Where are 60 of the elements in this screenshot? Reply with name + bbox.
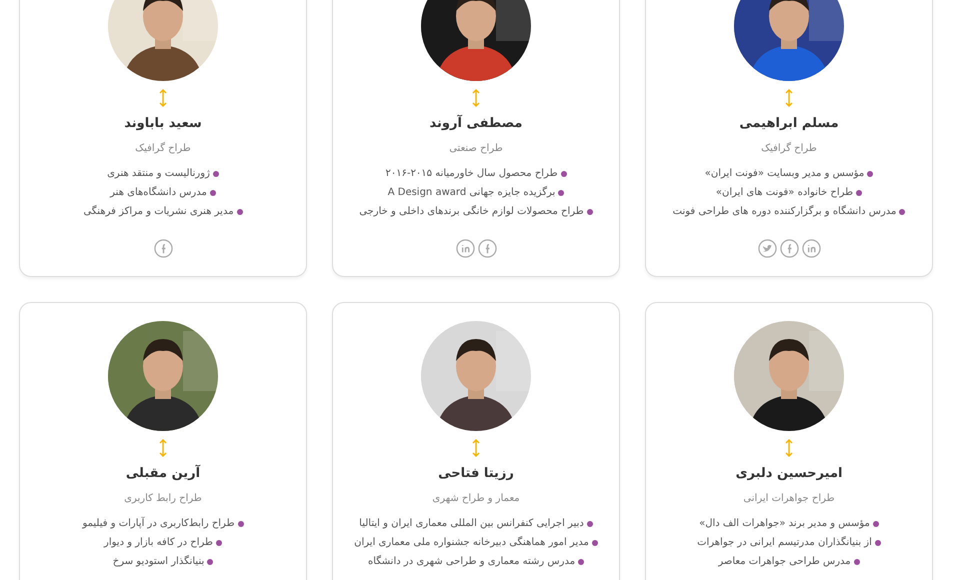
bullet-icon [560,170,567,176]
member-role: طراح گرافیک [761,143,817,154]
bio-item: مدرس دانشگاه‌های هنر [110,185,207,200]
member-name: مسلم ابراهیمی [739,116,839,131]
bio-item: طراح رابط‌کاربری در آپارات و فیلیمو [82,516,235,531]
member-name: آرین مقبلی [126,466,200,481]
double-arrow-icon [158,88,168,108]
member-role: معمار و طراح شهری [432,493,520,504]
bio-item: برگزیده جایزه جهانی A Design award [388,185,556,200]
bullet-icon [586,520,593,526]
facebook-icon[interactable] [478,239,496,258]
bio-item: مدرس طراحی جواهرات معاصر [718,555,851,569]
bullet-icon [238,520,244,526]
bullet-icon [854,558,860,564]
member-role: طراح گرافیک [135,143,191,154]
bullet-icon [216,540,222,546]
member-name: امیرحسین دلبری [736,466,842,481]
bullet-icon [558,190,564,196]
bio-item: ژورنالیست و منتقد هنری [107,167,210,181]
double-arrow-icon [471,438,481,458]
bio-item: طراح محصولات لوازم خانگی برندهای داخلی و خارجی [359,204,584,219]
bullet-icon [212,170,219,176]
bullet-icon [207,558,214,564]
member-name: مصطفی آروند [430,116,522,131]
bullet-icon [872,520,879,526]
bio-item: از بنیانگذاران مدرتیسم ایرانی در جواهرات [697,535,872,550]
bullet-icon [899,208,906,214]
member-role: طراح جواهرات ایرانی [743,493,835,504]
bullet-icon [586,208,593,214]
bullet-icon [236,208,243,214]
double-arrow-icon [784,88,794,108]
bio-item: دبیر اجرایی کنفرانس بین المللی معماری ایران و ایتالیا [359,517,584,531]
facebook-icon[interactable] [154,239,172,258]
member-name: سعید باباوند [124,116,202,131]
bio-item: مدرس رشته معماری و طراحی شهری در دانشگاه [368,554,576,569]
double-arrow-icon [784,438,794,458]
bullet-icon [210,190,216,196]
linkedin-icon[interactable] [456,239,474,258]
bullet-icon [867,170,874,176]
bio-item: مدیر امور هماهنگی دبیرخانه جشنواره ملی معماری ایران [354,535,589,550]
bio-item: مدرس دانشگاه و برگزارکننده دوره های طراحی فونت [672,204,896,219]
bio-item: مدیر هنری نشریات و مراکز فرهنگی [83,204,234,219]
bio-item: مؤسس و مدیر وبسایت «فونت ایران» [704,167,864,181]
double-arrow-icon [158,438,168,458]
bullet-icon [874,540,881,546]
bio-item: طراح خانواده «فونت های ایران» [716,186,854,200]
bio-item: طراح در کافه بازار و دیوار [104,536,213,550]
linkedin-icon[interactable] [802,239,820,258]
double-arrow-icon [471,88,481,108]
member-role: طراح رابط کاربری [124,493,202,504]
bullet-icon [592,540,598,546]
bio-item: طراح محصول سال خاورمیانه ۲۰۱۵-۲۰۱۶ [385,167,558,181]
member-name: رزیتا فتاحی [438,466,514,481]
facebook-icon[interactable] [780,239,798,258]
bio-item: بنیانگذار استودیو سرخ [112,554,204,569]
twitter-icon[interactable] [758,239,776,258]
member-role: طراح صنعتی [449,143,503,154]
bio-item: مؤسس و مدیر برند «جواهرات الف دال» [699,517,870,531]
bullet-icon [578,558,584,564]
bullet-icon [856,190,862,196]
